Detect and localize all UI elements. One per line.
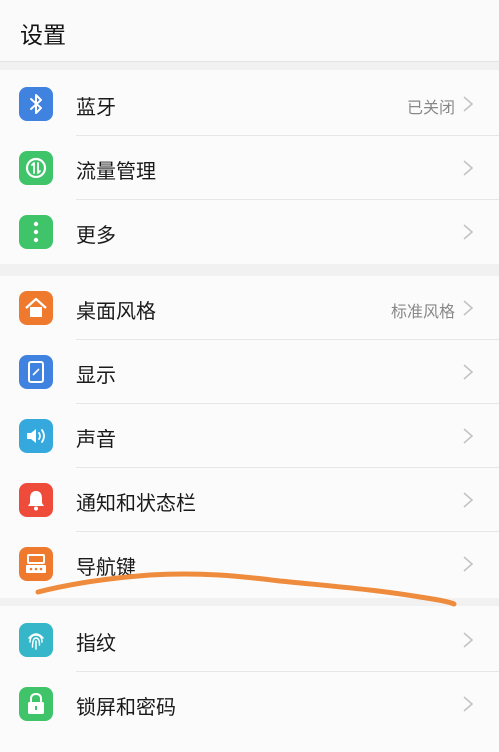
settings-item-label: 指纹 xyxy=(76,631,116,655)
settings-item-label: 通知和状态栏 xyxy=(76,491,196,515)
settings-item-fingerprint[interactable]: 指纹 xyxy=(0,608,499,672)
bluetooth-icon xyxy=(19,87,53,121)
settings-item-navigation-key[interactable]: 导航键 xyxy=(0,532,499,596)
data-usage-icon xyxy=(19,151,53,185)
navigation-key-icon xyxy=(19,547,53,581)
notification-bell-icon xyxy=(19,483,53,517)
chevron-right-icon xyxy=(463,492,474,508)
settings-item-label: 蓝牙 xyxy=(76,95,116,119)
settings-item-label: 声音 xyxy=(76,427,116,451)
settings-item-notifications[interactable]: 通知和状态栏 xyxy=(0,468,499,532)
chevron-right-icon xyxy=(463,224,474,240)
chevron-right-icon xyxy=(463,632,474,648)
bluetooth-status-value: 已关闭 xyxy=(406,98,455,117)
fingerprint-icon xyxy=(19,623,53,657)
chevron-right-icon xyxy=(463,160,474,176)
settings-item-data-usage[interactable]: 流量管理 xyxy=(0,136,499,200)
chevron-right-icon xyxy=(463,364,474,380)
settings-item-home-style[interactable]: 桌面风格 标准风格 xyxy=(0,276,499,340)
settings-group-connectivity: 蓝牙 已关闭 流量管理 更多 xyxy=(0,70,499,264)
chevron-right-icon xyxy=(463,556,474,572)
sound-icon xyxy=(19,419,53,453)
settings-item-bluetooth[interactable]: 蓝牙 已关闭 xyxy=(0,72,499,136)
display-icon xyxy=(19,355,53,389)
settings-item-lock-screen[interactable]: 锁屏和密码 xyxy=(0,672,499,736)
page-title: 设置 xyxy=(20,23,66,49)
app-header: 设置 xyxy=(0,0,499,62)
settings-group-security: 指纹 锁屏和密码 xyxy=(0,606,499,752)
settings-item-more[interactable]: 更多 xyxy=(0,200,499,264)
settings-item-sound[interactable]: 声音 xyxy=(0,404,499,468)
settings-item-label: 锁屏和密码 xyxy=(76,695,176,719)
home-style-icon xyxy=(19,291,53,325)
settings-item-label: 导航键 xyxy=(76,555,136,579)
chevron-right-icon xyxy=(463,300,474,316)
settings-item-label: 显示 xyxy=(76,363,116,387)
settings-item-label: 桌面风格 xyxy=(76,299,156,323)
settings-group-personalization: 桌面风格 标准风格 显示 声音 通知和状态栏 导航键 xyxy=(0,276,499,598)
chevron-right-icon xyxy=(463,428,474,444)
more-icon xyxy=(19,215,53,249)
settings-item-label: 更多 xyxy=(76,223,116,247)
settings-item-label: 流量管理 xyxy=(76,159,156,183)
chevron-right-icon xyxy=(463,96,474,112)
lock-icon xyxy=(19,687,53,721)
settings-item-display[interactable]: 显示 xyxy=(0,340,499,404)
home-style-value: 标准风格 xyxy=(390,302,455,321)
chevron-right-icon xyxy=(463,696,474,712)
